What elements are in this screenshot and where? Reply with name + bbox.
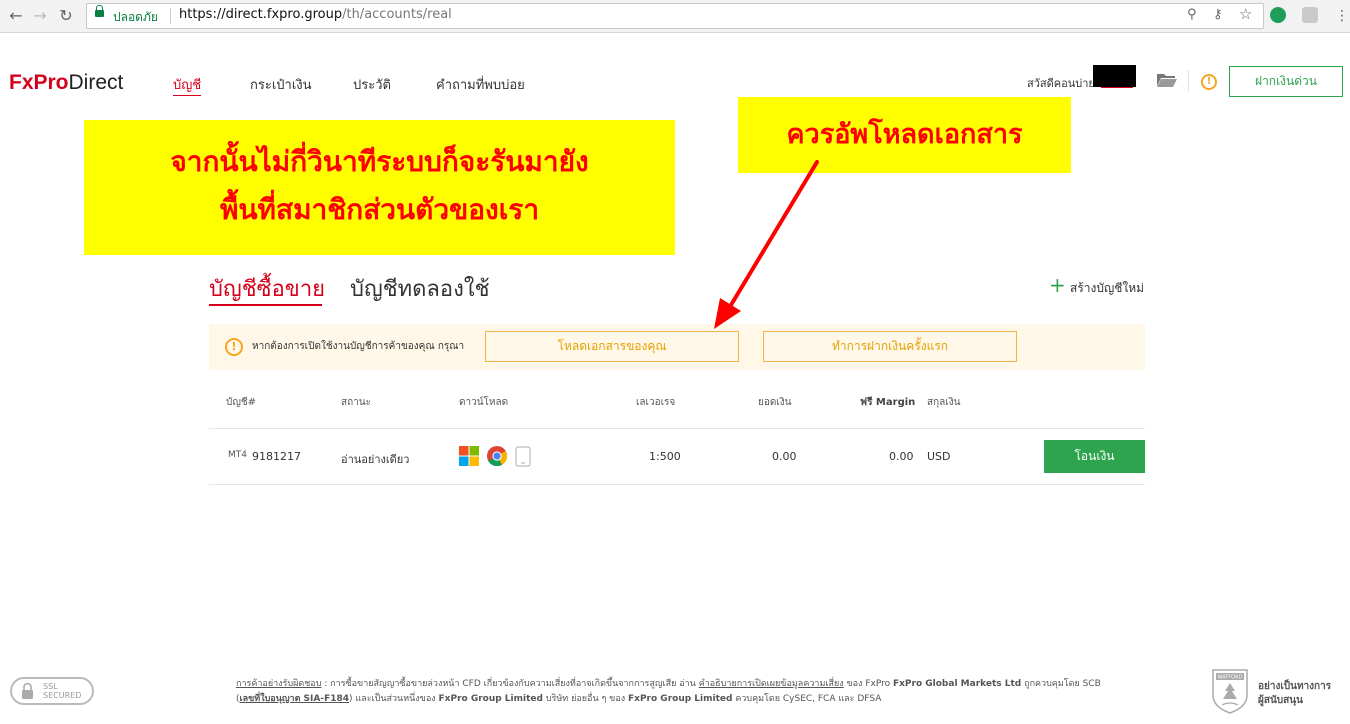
watford-crest-icon: WATFORD xyxy=(1212,669,1248,714)
active-tab-underline xyxy=(209,304,322,306)
first-deposit-button[interactable]: ทำการฝากเงินครั้งแรก xyxy=(763,331,1017,362)
reload-icon[interactable]: ↻ xyxy=(56,6,76,26)
transfer-button[interactable]: โอนเงิน xyxy=(1044,440,1145,473)
nav-faq[interactable]: คำถามที่พบบ่อย xyxy=(436,74,525,95)
legal-disclaimer: การค้าอย่างรับผิดชอบ : การซื้อขายสัญญาซื… xyxy=(236,679,1101,704)
notice-text: หากต้องการเปิดใช้งานบัญชีการค้าของคุณ กร… xyxy=(252,341,465,352)
account-status: อ่านอย่างเดียว xyxy=(341,453,410,466)
star-icon[interactable]: ☆ xyxy=(1239,5,1252,23)
balance-value: 0.00 xyxy=(772,450,797,463)
plus-icon[interactable]: + xyxy=(1049,274,1066,296)
risk-disclosure-link[interactable]: คำอธิบายการเปิดเผยข้อมูลความเสี่ยง xyxy=(699,679,844,689)
nav-accounts[interactable]: บัญชี xyxy=(173,74,202,96)
username-redacted[interactable] xyxy=(1093,65,1136,87)
leverage-value: 1:500 xyxy=(649,450,681,463)
col-header-currency: สกุลเงิน xyxy=(927,397,961,408)
col-header-free-margin: ฟรี Margin xyxy=(860,397,916,408)
table-row-divider xyxy=(209,484,1145,485)
col-header-account: บัญชี# xyxy=(226,397,257,408)
activation-notice: ! หากต้องการเปิดใช้งานบัญชีการค้าของคุณ … xyxy=(209,324,1145,370)
menu-dots-icon[interactable]: ⋮ xyxy=(1332,6,1350,26)
tab-demo-accounts[interactable]: บัญชีทดลองใช้ xyxy=(350,271,490,306)
forward-icon[interactable]: → xyxy=(30,6,50,26)
header-divider xyxy=(1188,70,1189,92)
currency-value: USD xyxy=(927,450,951,463)
annotation-box-redirect: จากนั้นไม่กี่วินาทีระบบก็จะรันมายัง พื้น… xyxy=(84,120,675,255)
zoom-icon[interactable]: ⚲ xyxy=(1187,7,1197,22)
svg-text:WATFORD: WATFORD xyxy=(1218,675,1243,681)
col-header-leverage: เลเวอเรจ xyxy=(636,397,676,408)
quick-deposit-button[interactable]: ฝากเงินด่วน xyxy=(1229,66,1343,97)
fxpro-direct-logo[interactable]: FxProDirect xyxy=(9,70,123,96)
mobile-icon[interactable] xyxy=(515,446,531,467)
col-header-status: สถานะ xyxy=(341,397,371,408)
annotation-box-upload: ควรอัพโหลดเอกสาร xyxy=(738,97,1071,173)
table-header-divider xyxy=(209,428,1145,429)
browser-toolbar: ← → ↻ ปลอดภัย https://direct.fxpro.group… xyxy=(0,0,1350,33)
username-underline xyxy=(1101,87,1133,88)
secure-label: ปลอดภัย xyxy=(113,10,158,24)
platform-label: MT4 xyxy=(228,450,247,460)
url-text[interactable]: https://direct.fxpro.group/th/accounts/r… xyxy=(179,7,452,22)
free-margin-value: 0.00 xyxy=(889,450,914,463)
warning-icon[interactable]: ! xyxy=(1201,74,1217,90)
folder-icon[interactable] xyxy=(1157,73,1177,87)
chrome-icon[interactable] xyxy=(487,446,507,466)
extension-green-icon[interactable] xyxy=(1270,7,1286,23)
col-header-download: ดาวน์โหลด xyxy=(459,397,509,408)
nav-wallet[interactable]: กระเป๋าเงิน xyxy=(250,74,312,95)
back-icon[interactable]: ← xyxy=(6,6,26,26)
create-account-link[interactable]: สร้างบัญชีใหม่ xyxy=(1070,279,1144,298)
address-separator xyxy=(170,8,171,24)
greeting-text: สวัสดีคอนบ่าย xyxy=(1027,77,1095,90)
nav-history[interactable]: ประวัติ xyxy=(353,74,391,95)
responsible-trading-link[interactable]: การค้าอย่างรับผิดชอบ xyxy=(236,679,321,689)
key-icon[interactable]: ⚷ xyxy=(1213,7,1223,22)
notice-warning-icon: ! xyxy=(225,338,243,356)
windows-icon[interactable] xyxy=(459,446,479,466)
upload-documents-button[interactable]: โหลดเอกสารของคุณ xyxy=(485,331,739,362)
col-header-balance: ยอดเงิน xyxy=(758,397,792,408)
license-link[interactable]: เลขที่ใบอนุญาต SIA-F184 xyxy=(240,694,350,704)
address-bar[interactable]: ปลอดภัย https://direct.fxpro.group/th/ac… xyxy=(86,3,1264,29)
lock-icon xyxy=(95,5,104,17)
extension-gray-icon[interactable] xyxy=(1302,7,1318,23)
ssl-secured-badge: SSL SECURED xyxy=(10,677,94,705)
official-sponsor-text: อย่างเป็นทางการ ผู้สนับสนุน xyxy=(1258,681,1332,706)
account-number: 9181217 xyxy=(252,450,301,463)
tab-real-accounts[interactable]: บัญชีซื้อขาย xyxy=(209,271,325,306)
padlock-icon xyxy=(22,682,33,699)
